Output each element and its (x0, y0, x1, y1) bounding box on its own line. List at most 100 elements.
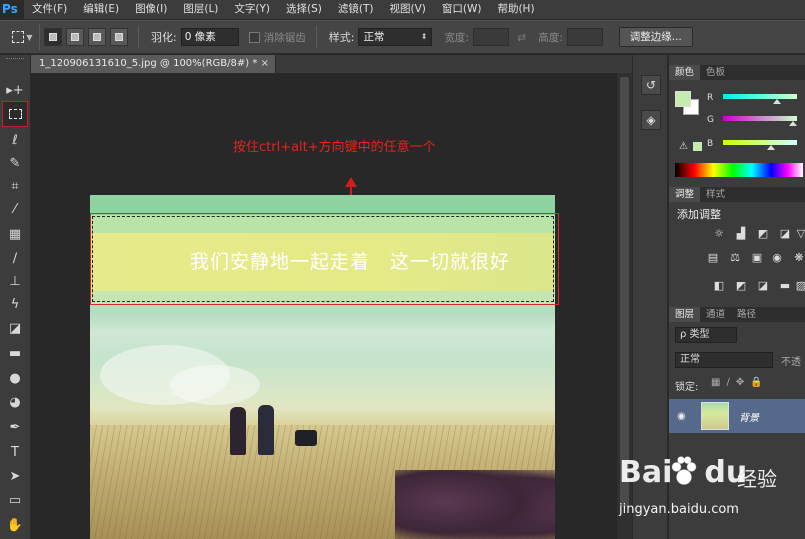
layer-name[interactable]: 背景 (739, 409, 759, 424)
style-select[interactable]: 正常 ⬍ (358, 28, 433, 46)
r-slider[interactable] (723, 94, 797, 104)
menu-edit[interactable]: 编辑(E) (75, 0, 127, 19)
foreground-color[interactable] (675, 91, 691, 107)
lasso-tool-icon[interactable]: ℓ (2, 129, 28, 151)
b-slider[interactable] (723, 140, 797, 150)
blend-mode-select[interactable]: 正常 (675, 352, 773, 368)
threshold-icon[interactable]: ◪ (755, 279, 771, 293)
quick-select-tool-icon[interactable]: ✎ (2, 152, 28, 174)
menu-image[interactable]: 图像(I) (127, 0, 175, 19)
baidu-watermark: Bai du 经验 jingyan.baidu.com (617, 455, 805, 539)
hue-icon[interactable]: ▤ (705, 251, 721, 265)
slider-knob[interactable] (789, 121, 797, 126)
rectangle-tool-icon[interactable]: ▭ (2, 489, 28, 511)
move-tool-icon[interactable]: ▸+ (2, 79, 28, 101)
menu-window[interactable]: 窗口(W) (434, 0, 490, 19)
tool-preset-picker[interactable]: ▼ (6, 24, 40, 50)
eraser-tool-icon[interactable]: ◪ (2, 317, 28, 339)
slider-knob[interactable] (773, 99, 781, 104)
refine-edge-button[interactable]: 调整边缘... (618, 27, 693, 47)
layer-filter-select[interactable]: ρ 类型 (675, 327, 737, 343)
annotation-text: 按住ctrl+alt+方向键中的任意一个 (233, 140, 436, 155)
toolbox-grip[interactable] (6, 58, 24, 61)
gradient-map-icon[interactable]: ▬ (777, 279, 793, 293)
tab-swatches[interactable]: 色板 (700, 65, 731, 80)
ps-logo: Ps (0, 0, 24, 19)
clone-stamp-tool-icon[interactable]: ⊥ (2, 270, 28, 292)
tab-paths[interactable]: 路径 (731, 307, 762, 322)
intersect-selection-button[interactable] (110, 28, 128, 46)
menu-file[interactable]: 文件(F) (24, 0, 75, 19)
brush-tool-icon[interactable]: ∕ (2, 247, 28, 269)
figure (230, 407, 246, 455)
slider-knob[interactable] (767, 145, 775, 150)
watermark-url: jingyan.baidu.com (619, 502, 739, 517)
bw-icon[interactable]: ▣ (749, 251, 765, 265)
exposure-icon[interactable]: ◪ (777, 227, 793, 241)
photo-filter-icon[interactable]: ◉ (769, 251, 785, 265)
adjust-panel-tabs: 调整 样式 (669, 187, 805, 202)
balance-icon[interactable]: ⚖ (727, 251, 743, 265)
blur-tool-icon[interactable]: ● (2, 367, 28, 389)
g-slider[interactable] (723, 116, 797, 126)
levels-icon[interactable]: ▟ (733, 227, 749, 241)
lock-icons[interactable]: ▦∕✥🔒 (711, 377, 769, 388)
tab-channels[interactable]: 通道 (700, 307, 731, 322)
gamut-swatch[interactable] (693, 142, 702, 151)
curves-icon[interactable]: ◩ (755, 227, 771, 241)
pen-tool-icon[interactable]: ✒ (2, 416, 28, 438)
history-brush-tool-icon[interactable]: ϟ (2, 293, 28, 315)
antialias-checkbox[interactable] (248, 31, 260, 43)
hand-tool-icon[interactable]: ✋ (2, 514, 28, 536)
gradient-tool-icon[interactable]: ▬ (2, 342, 28, 364)
menu-view[interactable]: 视图(V) (381, 0, 433, 19)
tab-layers[interactable]: 图层 (669, 307, 701, 322)
invert-icon[interactable]: ◧ (711, 279, 727, 293)
width-label: 宽度: (444, 31, 469, 44)
crop-tool-icon[interactable]: ⌗ (2, 175, 28, 197)
width-input[interactable] (472, 28, 509, 46)
path-select-tool-icon[interactable]: ➤ (2, 465, 28, 487)
feather-input[interactable]: 0 像素 (180, 28, 239, 46)
selection-marquee[interactable] (92, 216, 554, 302)
selective-color-icon[interactable]: ▨ (793, 279, 805, 293)
image-band-top (90, 195, 555, 215)
tab-adjustments[interactable]: 调整 (669, 187, 701, 202)
menu-filter[interactable]: 滤镜(T) (330, 0, 382, 19)
tab-styles[interactable]: 样式 (700, 187, 731, 202)
close-icon[interactable]: × (261, 55, 269, 73)
gamut-warning-icon[interactable]: ⚠ (679, 141, 688, 152)
layer-row[interactable]: ◉ 背景 (669, 399, 805, 433)
healing-brush-tool-icon[interactable]: ▦ (2, 223, 28, 245)
divider (138, 26, 139, 48)
channel-mixer-icon[interactable]: ❋ (791, 251, 805, 265)
tab-color[interactable]: 颜色 (669, 65, 701, 80)
opacity-label: 不透 (781, 357, 801, 368)
menu-select[interactable]: 选择(S) (278, 0, 330, 19)
vibrance-icon[interactable]: ▽ (793, 227, 805, 241)
eye-icon[interactable]: ◉ (677, 411, 686, 422)
type-tool-icon[interactable]: T (2, 441, 28, 463)
subtract-selection-button[interactable] (88, 28, 106, 46)
b-label: B (707, 139, 714, 149)
menu-layer[interactable]: 图层(L) (175, 0, 226, 19)
posterize-icon[interactable]: ◩ (733, 279, 749, 293)
menu-type[interactable]: 文字(Y) (226, 0, 278, 19)
eyedropper-tool-icon[interactable]: ⁄ (2, 198, 28, 220)
history-icon[interactable]: ↺ (641, 75, 661, 95)
height-input[interactable] (566, 28, 603, 46)
scrollbar-thumb[interactable] (620, 77, 629, 507)
rect-marquee-tool-icon[interactable] (2, 101, 28, 127)
chevron-down-icon: ▼ (26, 32, 33, 42)
properties-icon[interactable]: ◈ (641, 110, 661, 130)
new-selection-button[interactable] (44, 28, 62, 46)
watermark-sub: 经验 (737, 467, 777, 491)
color-spectrum[interactable] (675, 163, 803, 177)
updown-icon: ⬍ (420, 32, 428, 41)
swap-icon[interactable]: ⇄ (517, 31, 526, 44)
document-tab[interactable]: 1_120906131610_5.jpg @ 100%(RGB/8#) * × (31, 55, 276, 73)
dodge-tool-icon[interactable]: ◕ (2, 391, 28, 413)
add-selection-button[interactable] (66, 28, 84, 46)
menu-help[interactable]: 帮助(H) (489, 0, 542, 19)
brightness-icon[interactable]: ☼ (711, 227, 727, 241)
